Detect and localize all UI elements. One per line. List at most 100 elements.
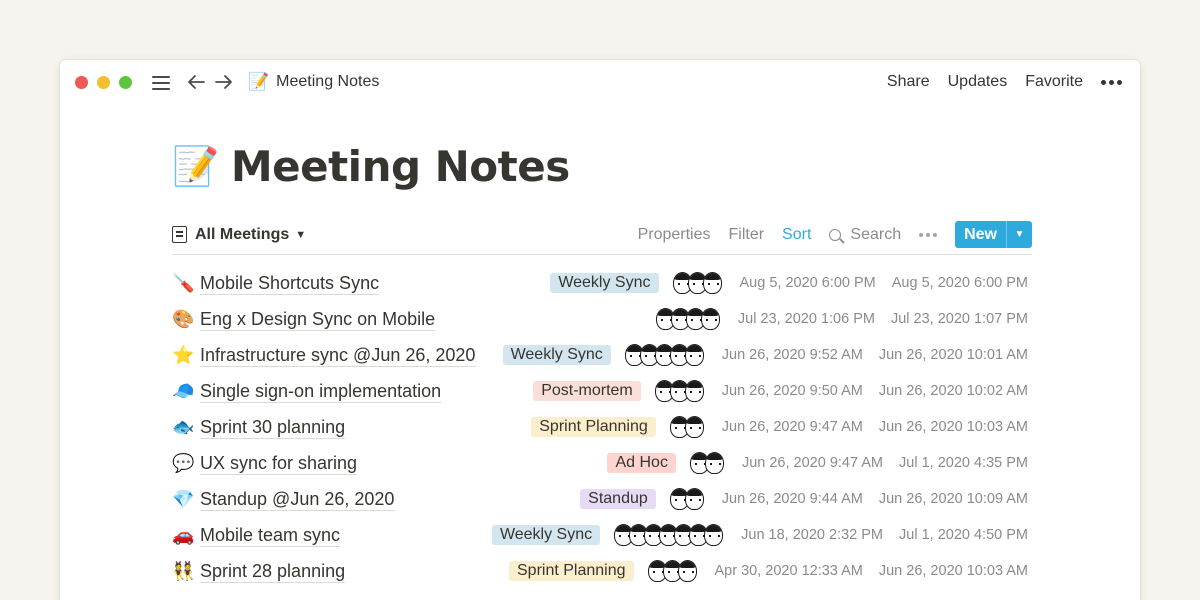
table-row[interactable]: 💬 UX sync for sharing Ad Hoc Jun 26, 2020 9… <box>172 445 1032 481</box>
attendees[interactable] <box>669 416 704 438</box>
search-button[interactable]: Search <box>829 226 901 244</box>
page-emoji-icon: 🪛 <box>172 273 195 293</box>
breadcrumb-title: Meeting Notes <box>276 73 380 90</box>
attendees[interactable] <box>654 380 704 402</box>
page-emoji-icon: 👯 <box>172 561 195 581</box>
minimize-window-button[interactable] <box>97 75 110 89</box>
row-properties: Weekly Sync Jun 18, 2020 2:32 PM Jul 1, 20… <box>491 517 1028 553</box>
breadcrumb[interactable]: 📝 Meeting Notes <box>248 72 379 92</box>
table-row[interactable]: 💎 Standup @Jun 26, 2020 Standup Jun 26, 202… <box>172 481 1032 517</box>
attendees[interactable] <box>614 524 724 546</box>
sort-button[interactable]: Sort <box>782 226 811 244</box>
type-tag[interactable]: Ad Hoc <box>607 453 676 473</box>
back-arrow-icon[interactable] <box>186 72 206 92</box>
created-time: Jul 23, 2020 1:06 PM <box>737 311 875 327</box>
row-title[interactable]: Eng x Design Sync on Mobile <box>200 309 435 330</box>
titlebar: 📝 Meeting Notes Share Updates Favorite <box>60 60 1140 104</box>
avatar <box>677 560 697 582</box>
more-options-icon[interactable] <box>1101 79 1122 85</box>
updated-time: Jun 26, 2020 10:03 AM <box>878 419 1028 435</box>
type-tag[interactable]: Weekly Sync <box>491 525 601 545</box>
avatar <box>702 272 722 294</box>
type-tag[interactable]: Post-mortem <box>533 381 641 401</box>
memo-icon[interactable]: 📝 <box>172 144 219 189</box>
properties-button[interactable]: Properties <box>638 226 711 244</box>
row-title[interactable]: Sprint 28 planning <box>200 561 345 582</box>
topbar-actions: Share Updates Favorite <box>887 60 1122 104</box>
page-emoji-icon: 🧢 <box>172 381 195 401</box>
type-tag[interactable]: Weekly Sync <box>502 345 611 365</box>
search-icon <box>829 228 842 241</box>
attendees[interactable] <box>655 308 720 330</box>
type-tag[interactable]: Standup <box>580 489 656 509</box>
page-emoji-icon: 🎨 <box>172 309 195 329</box>
row-properties: Ad Hoc Jun 26, 2020 9:47 AM Jul 1, 2020 4:… <box>607 445 1028 481</box>
table-row[interactable]: 🚗 Mobile team sync Weekly Sync Jun 18, 2020… <box>172 517 1032 553</box>
page-title-text[interactable]: Meeting Notes <box>231 142 570 191</box>
row-title[interactable]: Infrastructure sync @Jun 26, 2020 <box>200 345 475 366</box>
table-row[interactable]: ⭐ Infrastructure sync @Jun 26, 2020 Weekly… <box>172 337 1032 373</box>
created-time: Jun 26, 2020 9:50 AM <box>721 383 863 399</box>
updated-time: Aug 5, 2020 6:00 PM <box>891 275 1028 291</box>
attendees[interactable] <box>672 272 722 294</box>
row-title[interactable]: Sprint 30 planning <box>200 417 345 438</box>
row-properties: Sprint Planning Jun 26, 2020 9:47 AM Jun 2… <box>531 409 1028 445</box>
row-properties: Weekly Sync Jun 26, 2020 9:52 AM Jun 26, 2… <box>502 337 1028 373</box>
created-time: Jun 26, 2020 9:52 AM <box>721 347 863 363</box>
new-dropdown-chevron-icon[interactable]: ▼ <box>1006 221 1032 248</box>
new-button-label: New <box>964 225 997 243</box>
type-tag[interactable]: Weekly Sync <box>550 273 659 293</box>
created-time: Aug 5, 2020 6:00 PM <box>739 275 876 291</box>
row-title[interactable]: UX sync for sharing <box>200 453 357 474</box>
maximize-window-button[interactable] <box>119 75 132 89</box>
table-row[interactable]: 🐟 Sprint 30 planning Sprint Planning Jun 26… <box>172 409 1032 445</box>
row-properties: Post-mortem Jun 26, 2020 9:50 AM Jun 26, 2… <box>533 373 1028 409</box>
close-window-button[interactable] <box>75 75 88 89</box>
created-time: Jun 26, 2020 9:44 AM <box>721 491 863 507</box>
updated-time: Jun 26, 2020 10:09 AM <box>878 491 1028 507</box>
updated-time: Jun 26, 2020 10:01 AM <box>878 347 1028 363</box>
view-selector[interactable]: All Meetings ▼ <box>172 226 306 244</box>
row-properties: Sprint Planning Apr 30, 2020 12:33 AM Jun … <box>509 553 1028 589</box>
forward-arrow-icon[interactable] <box>214 72 234 92</box>
new-button[interactable]: New ▼ <box>955 221 1032 248</box>
list-view-icon <box>172 226 187 243</box>
avatar <box>704 524 724 546</box>
row-title[interactable]: Standup @Jun 26, 2020 <box>200 489 394 510</box>
attendees[interactable] <box>689 452 724 474</box>
avatar <box>704 452 724 474</box>
row-title[interactable]: Single sign-on implementation <box>200 381 441 402</box>
page-emoji-icon: 💎 <box>172 489 195 509</box>
row-title[interactable]: Mobile Shortcuts Sync <box>200 273 379 294</box>
row-properties: Standup Jun 26, 2020 9:44 AM Jun 26, 2020 … <box>580 481 1028 517</box>
updated-time: Jun 26, 2020 10:03 AM <box>878 563 1028 579</box>
attendees[interactable] <box>669 488 704 510</box>
favorite-button[interactable]: Favorite <box>1025 73 1083 91</box>
row-title[interactable]: Mobile team sync <box>200 525 340 546</box>
table-row[interactable]: 🪛 Mobile Shortcuts Sync Weekly Sync Aug 5, … <box>172 265 1032 301</box>
type-tag[interactable]: Sprint Planning <box>509 561 634 581</box>
table-row[interactable]: 👯 Sprint 28 planning Sprint Planning Apr 30… <box>172 553 1032 589</box>
meetings-list: 🪛 Mobile Shortcuts Sync Weekly Sync Aug 5, … <box>172 265 1032 589</box>
view-name: All Meetings <box>195 225 290 243</box>
created-time: Apr 30, 2020 12:33 AM <box>714 563 863 579</box>
view-more-icon[interactable] <box>919 232 938 237</box>
window-controls <box>75 75 132 89</box>
table-row[interactable]: 🧢 Single sign-on implementation Post-morte… <box>172 373 1032 409</box>
search-label: Search <box>850 225 902 243</box>
filter-button[interactable]: Filter <box>728 226 764 244</box>
updated-time: Jul 23, 2020 1:07 PM <box>890 311 1028 327</box>
type-tag[interactable]: Sprint Planning <box>531 417 656 437</box>
table-row[interactable]: 🎨 Eng x Design Sync on Mobile Jul 23, 2020… <box>172 301 1032 337</box>
app-window: 📝 Meeting Notes Share Updates Favorite 📝… <box>60 60 1140 600</box>
page-emoji-icon: 🚗 <box>172 525 195 545</box>
page-emoji-icon: 💬 <box>172 453 195 473</box>
avatar <box>700 308 720 330</box>
view-actions: Properties Filter Sort Search New ▼ <box>638 221 1032 248</box>
attendees[interactable] <box>624 344 704 366</box>
hamburger-menu-icon[interactable] <box>152 75 170 90</box>
share-button[interactable]: Share <box>887 73 930 91</box>
view-toolbar: All Meetings ▼ Properties Filter Sort Se… <box>172 215 1032 255</box>
attendees[interactable] <box>647 560 697 582</box>
updates-button[interactable]: Updates <box>948 73 1008 91</box>
